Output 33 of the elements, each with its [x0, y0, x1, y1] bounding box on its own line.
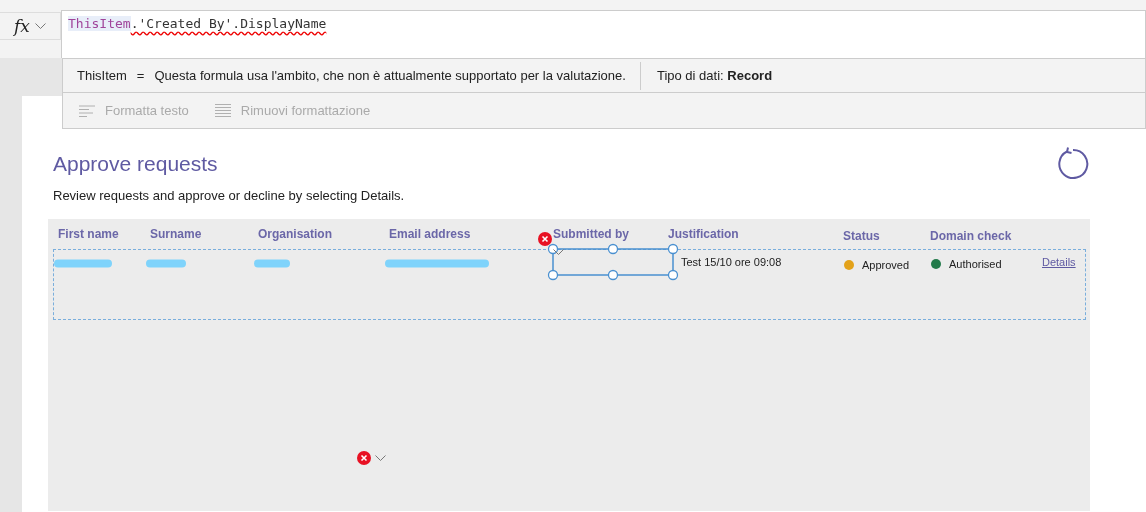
refresh-icon[interactable]: [1056, 147, 1090, 181]
expression-text: ThisItem: [77, 68, 127, 83]
equals-text: =: [136, 68, 145, 83]
chevron-icon[interactable]: [553, 249, 564, 256]
details-link[interactable]: Details: [1042, 256, 1076, 319]
column-header: Status: [843, 229, 880, 245]
status-text: Approved: [862, 258, 910, 271]
chevron-icon[interactable]: [34, 22, 46, 30]
column-header: First name: [58, 227, 119, 243]
column-header: Surname: [150, 227, 202, 243]
data-type-text: Tipo di dati: Record: [656, 68, 773, 83]
chevron-icon[interactable]: [375, 454, 386, 462]
subtitle-text: Review requests and approve or decline by selecting Details.: [53, 188, 405, 203]
redaction-mark: [54, 259, 112, 268]
text-align-icon: [79, 104, 95, 117]
gallery-row[interactable]: Test 15/10 ore 09:08 Approved Authorised Details: [53, 249, 1086, 320]
selection-handles[interactable]: [548, 242, 679, 281]
redaction-mark: [146, 259, 186, 268]
column-header: Domain check: [930, 229, 1012, 245]
error-icon: [538, 232, 552, 246]
table-cell-text: Test 15/10 ore 09:08: [680, 256, 782, 270]
error-icon: [357, 451, 371, 465]
error-message: Questa formula usa l'ambito, che non è attualmente supportato per la valutazione.: [154, 68, 626, 83]
formula-field[interactable]: ThisItem.'Created By'.DisplayName: [61, 10, 1146, 58]
screen-title: Approve requests: [53, 152, 218, 176]
status-text: Authorised: [949, 257, 1002, 270]
redaction-mark: [254, 259, 290, 268]
column-header: Organisation: [258, 227, 332, 243]
function-button[interactable]: fx: [0, 12, 61, 40]
column-header: Justification: [668, 227, 739, 243]
column-header: Email address: [389, 227, 471, 243]
column-header: Submitted by: [553, 227, 629, 243]
lines-icon: [214, 104, 231, 117]
